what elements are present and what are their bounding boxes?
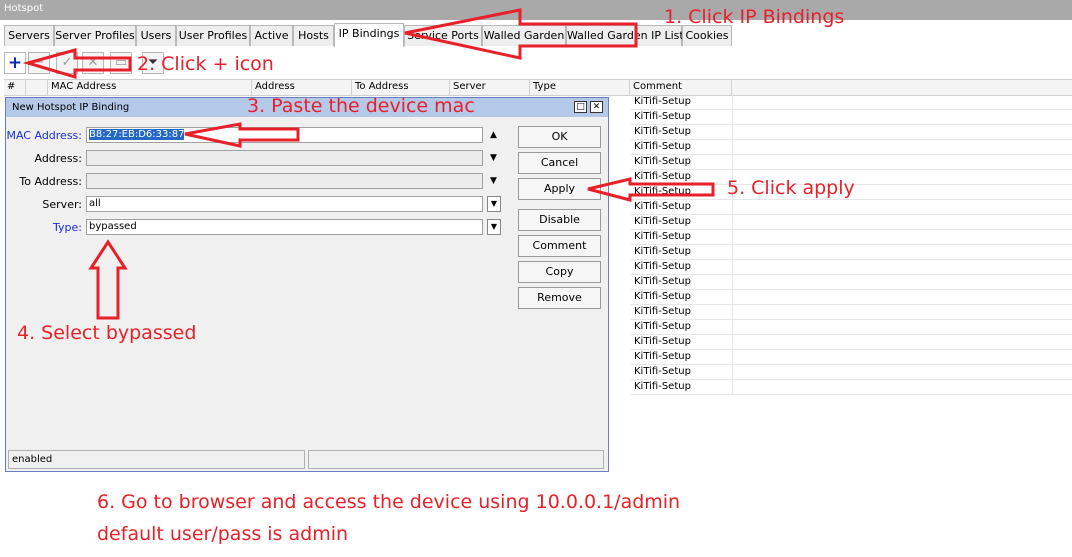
- annotation-step1: 1. Click IP Bindings: [664, 6, 845, 28]
- annotation-step2: 2. Click + icon: [137, 53, 274, 75]
- arrow-step3: [184, 122, 300, 148]
- annotation-step6-line2: default user/pass is admin: [97, 523, 349, 545]
- annotation-step5: 5. Click apply: [727, 177, 855, 199]
- arrow-step4: [88, 239, 128, 320]
- arrow-step5: [587, 177, 715, 202]
- annotation-step6-line1: 6. Go to browser and access the device u…: [97, 491, 681, 513]
- arrow-step2: [22, 48, 132, 80]
- annotation-step4: 4. Select bypassed: [17, 322, 197, 344]
- annotation-step3: 3. Paste the device mac: [247, 95, 475, 117]
- annotation-arrows: [22, 8, 715, 320]
- arrow-step1: [404, 8, 638, 60]
